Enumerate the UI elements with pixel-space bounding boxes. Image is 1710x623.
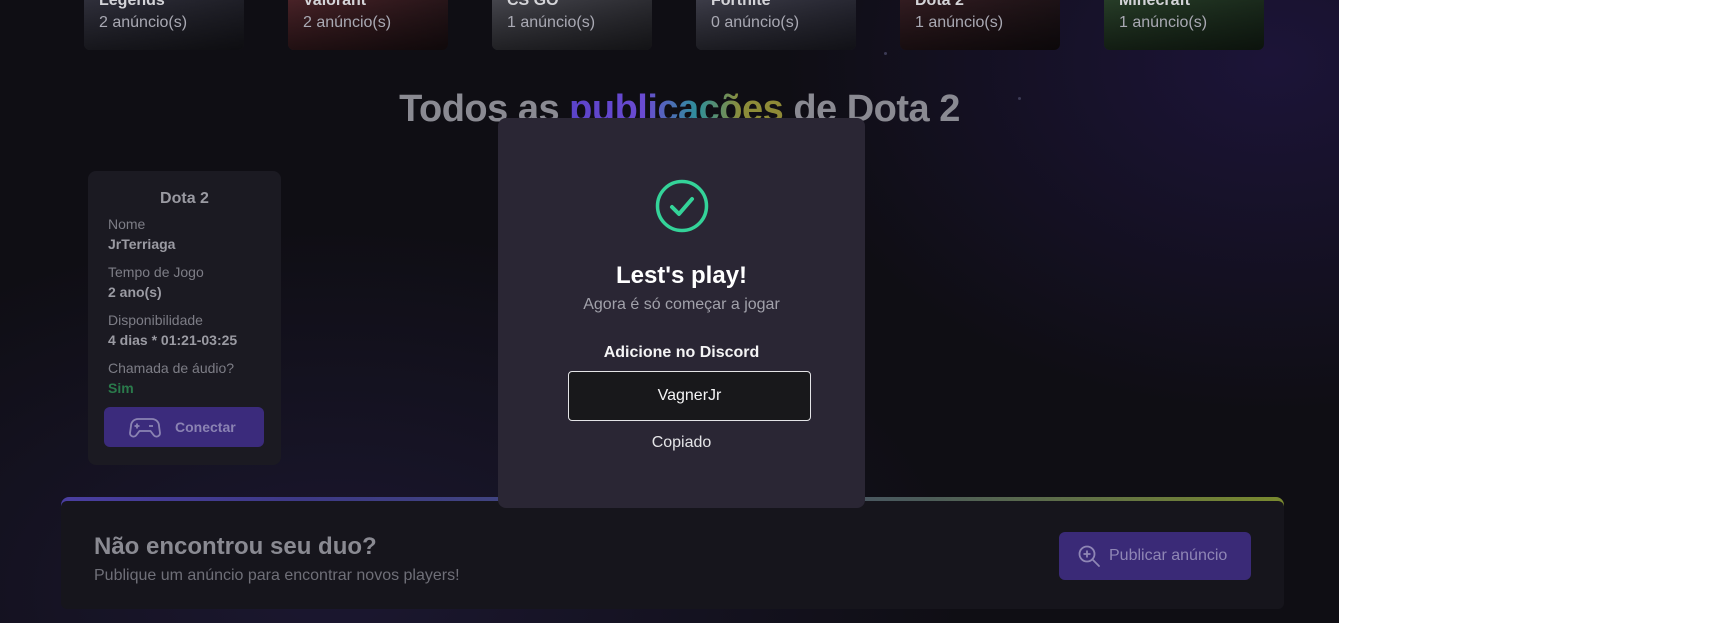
ad-field-value: Sim — [108, 380, 134, 396]
ad-game-name: Dota 2 — [160, 190, 209, 207]
ad-field-value: 2 ano(s) — [108, 284, 162, 300]
success-dialog: Lest's play! Agora é só começar a jogar … — [498, 118, 865, 508]
game-ad-count: 2 anúncio(s) — [99, 14, 188, 31]
connect-button[interactable]: Conectar — [104, 407, 264, 447]
game-card-legends[interactable]: Legends 2 anúncio(s) — [84, 0, 244, 50]
publish-ad-button-label: Publicar anúncio — [1109, 547, 1228, 564]
game-ad-count: 1 anúncio(s) — [1119, 14, 1208, 31]
discord-username-copy-button[interactable]: VagnerJr — [568, 371, 811, 421]
game-name: Minecraft — [1119, 0, 1191, 9]
game-controller-icon — [129, 418, 161, 438]
connect-button-label: Conectar — [175, 419, 236, 435]
ad-field-value: JrTerriaga — [108, 236, 176, 252]
banner-title: Não encontrou seu duo? — [94, 533, 377, 560]
ad-field-label: Disponibilidade — [108, 312, 203, 328]
game-name: Valorant — [303, 0, 367, 9]
ad-card: Dota 2 Nome JrTerriaga Tempo de Jogo 2 a… — [88, 171, 281, 465]
publish-ad-button[interactable]: Publicar anúncio — [1059, 532, 1251, 580]
ad-field-voice-chat: Chamada de áudio? Sim — [108, 360, 234, 396]
game-ad-count: 1 anúncio(s) — [915, 14, 1004, 31]
game-card-minecraft[interactable]: Minecraft 1 anúncio(s) — [1104, 0, 1264, 50]
game-card-valorant[interactable]: Valorant 2 anúncio(s) — [288, 0, 448, 50]
game-ad-count: 0 anúncio(s) — [711, 14, 800, 31]
dialog-title: Lest's play! — [615, 262, 748, 289]
banner-subtitle: Publique um anúncio para encontrar novos… — [94, 567, 460, 584]
ad-field-name: Nome JrTerriaga — [108, 216, 175, 252]
decorative-dot — [884, 52, 887, 55]
app-background: Legends 2 anúncio(s) Valorant 2 anúncio(… — [0, 0, 1339, 623]
dialog-subtitle: Agora é só começar a jogar — [583, 296, 780, 313]
game-ad-count: 1 anúncio(s) — [507, 14, 596, 31]
game-name: CS GO — [507, 0, 559, 9]
ad-field-label: Nome — [108, 216, 146, 232]
ad-field-value: 4 dias * 01:21-03:25 — [108, 332, 238, 348]
game-ad-count: 2 anúncio(s) — [303, 14, 392, 31]
game-name: Fortnite — [711, 0, 771, 9]
game-card-csgo[interactable]: CS GO 1 anúncio(s) — [492, 0, 652, 50]
magnifying-glass-plus-icon — [1078, 545, 1100, 567]
check-circle-icon — [655, 179, 709, 233]
ad-field-label: Chamada de áudio? — [108, 360, 235, 376]
discord-label: Adicione no Discord — [603, 344, 760, 361]
ad-field-label: Tempo de Jogo — [108, 264, 204, 280]
game-card-dota2[interactable]: Dota 2 1 anúncio(s) — [900, 0, 1060, 50]
ad-field-play-time: Tempo de Jogo 2 ano(s) — [108, 264, 204, 300]
create-ad-banner: Não encontrou seu duo? Publique um anúnc… — [61, 497, 1284, 609]
game-name: Legends — [99, 0, 165, 9]
copied-status: Copiado — [651, 434, 712, 451]
game-card-fortnite[interactable]: Fortnite 0 anúncio(s) — [696, 0, 856, 50]
game-name: Dota 2 — [915, 0, 964, 9]
ad-field-availability: Disponibilidade 4 dias * 01:21-03:25 — [108, 312, 237, 348]
